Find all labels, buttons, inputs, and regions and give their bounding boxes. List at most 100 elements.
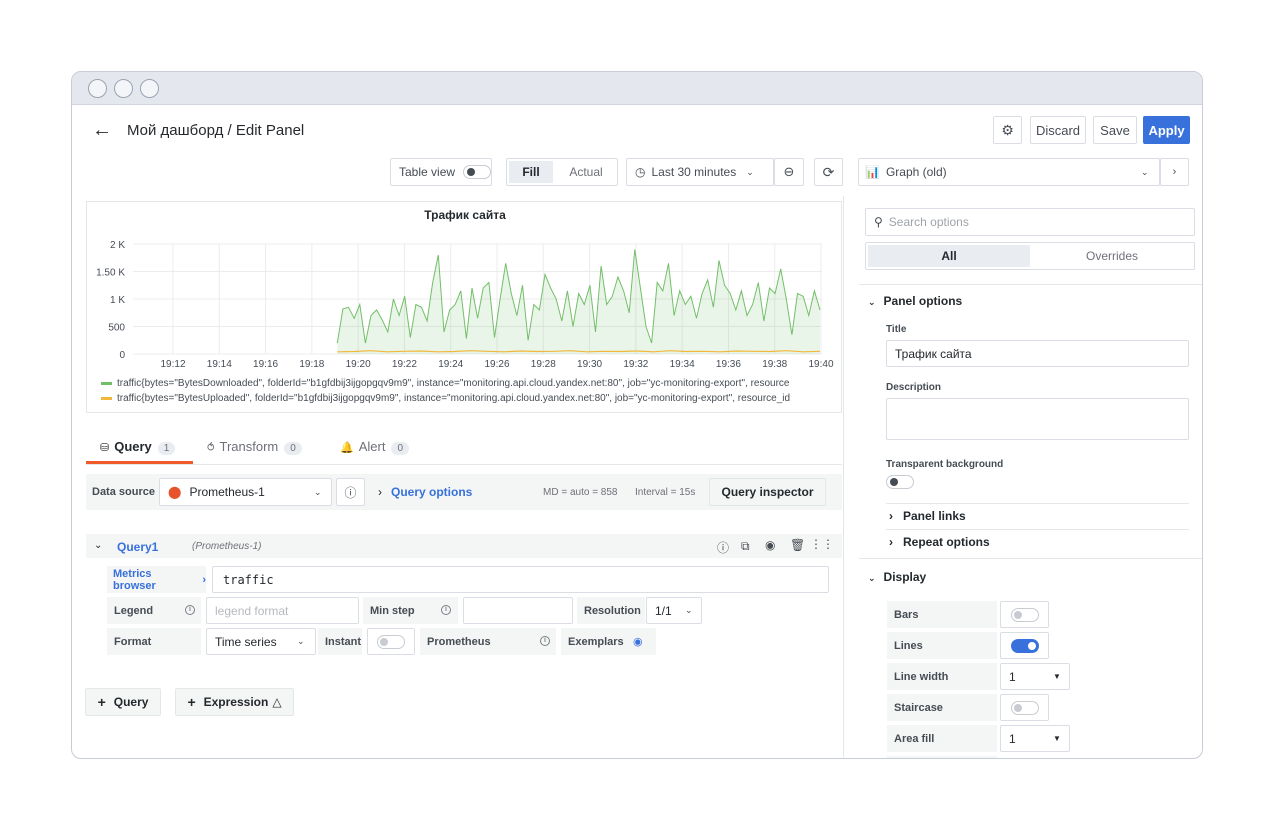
tab-overrides[interactable]: Overrides [1031, 245, 1193, 267]
warning-icon: △ [272, 695, 282, 709]
toggle-visibility-eye-icon[interactable]: ◉ [765, 538, 775, 552]
info-icon[interactable]: i [185, 605, 195, 615]
add-query-button[interactable]: + Query [85, 688, 161, 716]
x-tick-label: 19:40 [808, 359, 833, 370]
resolution-select[interactable]: 1/1 ⌄ [646, 597, 702, 624]
staircase-switch-box [1000, 694, 1049, 721]
info-icon[interactable]: i [441, 605, 451, 615]
query-name[interactable]: Query1 [117, 540, 158, 554]
chevron-down-icon: ⌄ [746, 166, 754, 177]
min-step-input[interactable] [463, 597, 573, 624]
display-section[interactable]: ⌄ Display [868, 570, 926, 584]
legend-color-orange [101, 396, 112, 400]
datasource-select[interactable]: ⬤ Prometheus-1 ⌄ [159, 478, 332, 506]
format-select[interactable]: Time series ⌄ [206, 628, 316, 655]
instant-toggle[interactable] [377, 635, 405, 649]
query-datasource-name: (Prometheus-1) [192, 541, 262, 552]
chevron-down-icon: ⌄ [868, 573, 876, 583]
plus-icon: + [97, 694, 106, 710]
next-option-row [887, 756, 997, 758]
save-button[interactable]: Save [1093, 116, 1137, 144]
x-tick-label: 19:24 [438, 359, 463, 370]
chevron-right-icon: › [1172, 166, 1177, 178]
panel-links-section[interactable]: › Panel links [889, 509, 966, 523]
query-inspector-button[interactable]: Query inspector [709, 478, 826, 506]
panel-options-section[interactable]: ⌄ Panel options [868, 294, 962, 308]
time-range-label: Last 30 minutes [651, 165, 737, 179]
search-options-input[interactable]: ⚲ Search options [865, 208, 1195, 236]
caret-down-icon: ▼ [1053, 672, 1061, 681]
actual-option[interactable]: Actual [557, 161, 615, 183]
lines-switch-box [1000, 632, 1049, 659]
tab-all[interactable]: All [868, 245, 1030, 267]
transparent-background-toggle[interactable] [886, 475, 914, 489]
legend-format-input[interactable]: legend format [206, 597, 359, 624]
table-view-toggle[interactable] [463, 165, 491, 179]
chevron-right-icon: › [889, 535, 893, 549]
y-tick-label: 500 [108, 323, 125, 334]
panel-title-input[interactable]: Трафик сайта [886, 340, 1189, 367]
visualization-picker[interactable]: 📊 Graph (old) ⌄ [858, 158, 1160, 186]
legend-item-uploaded[interactable]: traffic{bytes="BytesUploaded", folderId=… [101, 393, 839, 404]
legend-item-downloaded[interactable]: traffic{bytes="BytesDownloaded", folderI… [101, 378, 839, 389]
time-range-picker[interactable]: ◷ Last 30 minutes ⌄ [626, 158, 774, 186]
x-tick-label: 19:32 [623, 359, 648, 370]
refresh-button[interactable]: ⟳ [814, 158, 843, 186]
delete-trash-icon[interactable]: 🗑 [790, 538, 805, 552]
format-label: Format [107, 628, 201, 655]
table-view-switch[interactable]: Table view [390, 158, 492, 186]
bars-toggle[interactable] [1011, 608, 1039, 622]
line-width-label: Line width [887, 663, 997, 690]
zoom-out-button[interactable]: ⊖ [774, 158, 804, 186]
discard-button[interactable]: Discard [1030, 116, 1086, 144]
repeat-options-section[interactable]: › Repeat options [889, 535, 990, 549]
alert-count-badge: 0 [391, 442, 409, 455]
tab-transform[interactable]: ⥀ Transform 0 [207, 439, 302, 455]
window-close-dot[interactable] [88, 79, 107, 98]
duplicate-query-icon[interactable]: ⧉ [741, 539, 750, 554]
bars-switch-box [1000, 601, 1049, 628]
window-minimize-dot[interactable] [114, 79, 133, 98]
query-options-toggle[interactable]: › Query options [378, 485, 472, 499]
fill-actual-group: Fill Actual [506, 158, 618, 186]
window-maximize-dot[interactable] [140, 79, 159, 98]
info-icon[interactable]: i [540, 636, 550, 646]
tab-alert[interactable]: 🔔 Alert 0 [340, 439, 409, 455]
area-fill-select[interactable]: 1 ▼ [1000, 725, 1070, 752]
x-tick-label: 19:12 [160, 359, 185, 370]
expand-options-button[interactable]: › [1160, 158, 1189, 186]
add-expression-button[interactable]: + Expression △ [175, 688, 294, 716]
query-help-icon[interactable]: ⓘ [717, 539, 729, 556]
datasource-help-button[interactable]: ⓘ [336, 478, 365, 506]
area-fill-label: Area fill [887, 725, 997, 752]
metrics-browser-button[interactable]: Metrics browser › [107, 566, 206, 593]
window-titlebar [72, 72, 1202, 105]
staircase-toggle[interactable] [1011, 701, 1039, 715]
datasource-value: Prometheus-1 [189, 485, 265, 499]
lines-toggle[interactable] [1011, 639, 1039, 653]
settings-button[interactable]: ⚙ [993, 116, 1022, 144]
apply-button[interactable]: Apply [1143, 116, 1190, 144]
clock-icon: ◷ [635, 165, 646, 179]
collapse-query-icon[interactable]: ⌄ [94, 540, 102, 551]
instant-label: Instant [318, 628, 362, 655]
graph-panel: Трафик сайта 0 500 1 K 1.50 K2 K 19:12 19:14 1… [86, 201, 842, 413]
promql-expression-input[interactable]: traffic [212, 566, 829, 593]
back-arrow-icon[interactable]: ← [92, 119, 112, 142]
drag-handle-icon[interactable]: ⋮⋮ [810, 537, 834, 551]
table-view-label: Table view [399, 165, 456, 179]
tabs-divider [86, 464, 842, 465]
x-tick-label: 19:20 [346, 359, 371, 370]
series-line-uploaded [337, 350, 821, 353]
database-icon: ⛁ [100, 442, 110, 454]
eye-icon[interactable]: ◉ [633, 635, 643, 648]
transform-icon: ⥀ [207, 442, 215, 454]
tab-query[interactable]: ⛁ Query 1 [100, 439, 176, 455]
description-textarea[interactable] [886, 398, 1189, 440]
fill-option[interactable]: Fill [509, 161, 553, 183]
caret-down-icon: ▼ [1053, 734, 1061, 743]
line-width-select[interactable]: 1 ▼ [1000, 663, 1070, 690]
options-tabs: All Overrides [865, 242, 1195, 270]
x-tick-label: 19:14 [207, 359, 232, 370]
prometheus-icon: ⬤ [168, 485, 182, 499]
